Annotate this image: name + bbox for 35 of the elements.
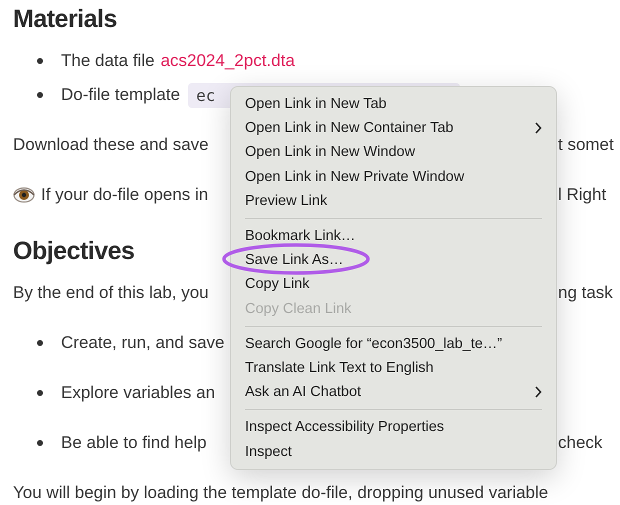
- menu-item[interactable]: Inspect: [245, 439, 542, 464]
- list-item-text: The data file: [61, 50, 155, 72]
- bullet: [37, 58, 43, 64]
- list-item-text: Be able to find help: [61, 432, 207, 454]
- list-item-text: check: [558, 432, 604, 454]
- paragraph-text: t somet: [558, 134, 615, 156]
- menu-item[interactable]: Ask an AI Chatbot: [245, 380, 542, 404]
- menu-item[interactable]: Preview Link: [245, 188, 542, 213]
- section-heading: Objectives: [13, 236, 134, 267]
- paragraph-text: l Right: [558, 184, 608, 206]
- bullet: [37, 340, 43, 346]
- menu-item[interactable]: Open Link in New Tab: [245, 92, 542, 116]
- paragraph-text: ng task: [558, 282, 614, 304]
- list-item-text: Do-file template: [61, 84, 180, 106]
- paragraph-text: You will begin by loading the template do-file, dropping unused variable: [13, 482, 548, 504]
- menu-item[interactable]: Copy Link: [245, 272, 542, 296]
- menu-item[interactable]: Save Link As…: [245, 248, 542, 272]
- menu-item[interactable]: Open Link in New Container Tab: [245, 116, 542, 140]
- bullet: [37, 390, 43, 396]
- menu-item[interactable]: Search Google for “econ3500_lab_te…”: [245, 332, 542, 356]
- paragraph-text: Download these and save: [13, 134, 209, 156]
- menu-item[interactable]: Translate Link Text to English: [245, 356, 542, 380]
- eye-icon: [13, 186, 35, 204]
- paragraph-text: By the end of this lab, you: [13, 282, 209, 304]
- list-item-text: Create, run, and save: [61, 332, 224, 354]
- section-heading: Materials: [13, 4, 117, 35]
- menu-item[interactable]: Inspect Accessibility Properties: [245, 415, 542, 440]
- menu-item[interactable]: Bookmark Link…: [245, 224, 542, 248]
- paragraph-text: If your do-file opens in: [41, 184, 208, 206]
- bullet: [37, 440, 43, 446]
- list-item-text: Explore variables an: [61, 382, 216, 404]
- menu-item[interactable]: Open Link in New Private Window: [245, 164, 542, 189]
- bullet: [37, 92, 43, 98]
- file-link[interactable]: acs2024_2pct.dta: [160, 51, 295, 71]
- menu-item[interactable]: Open Link in New Window: [245, 140, 542, 165]
